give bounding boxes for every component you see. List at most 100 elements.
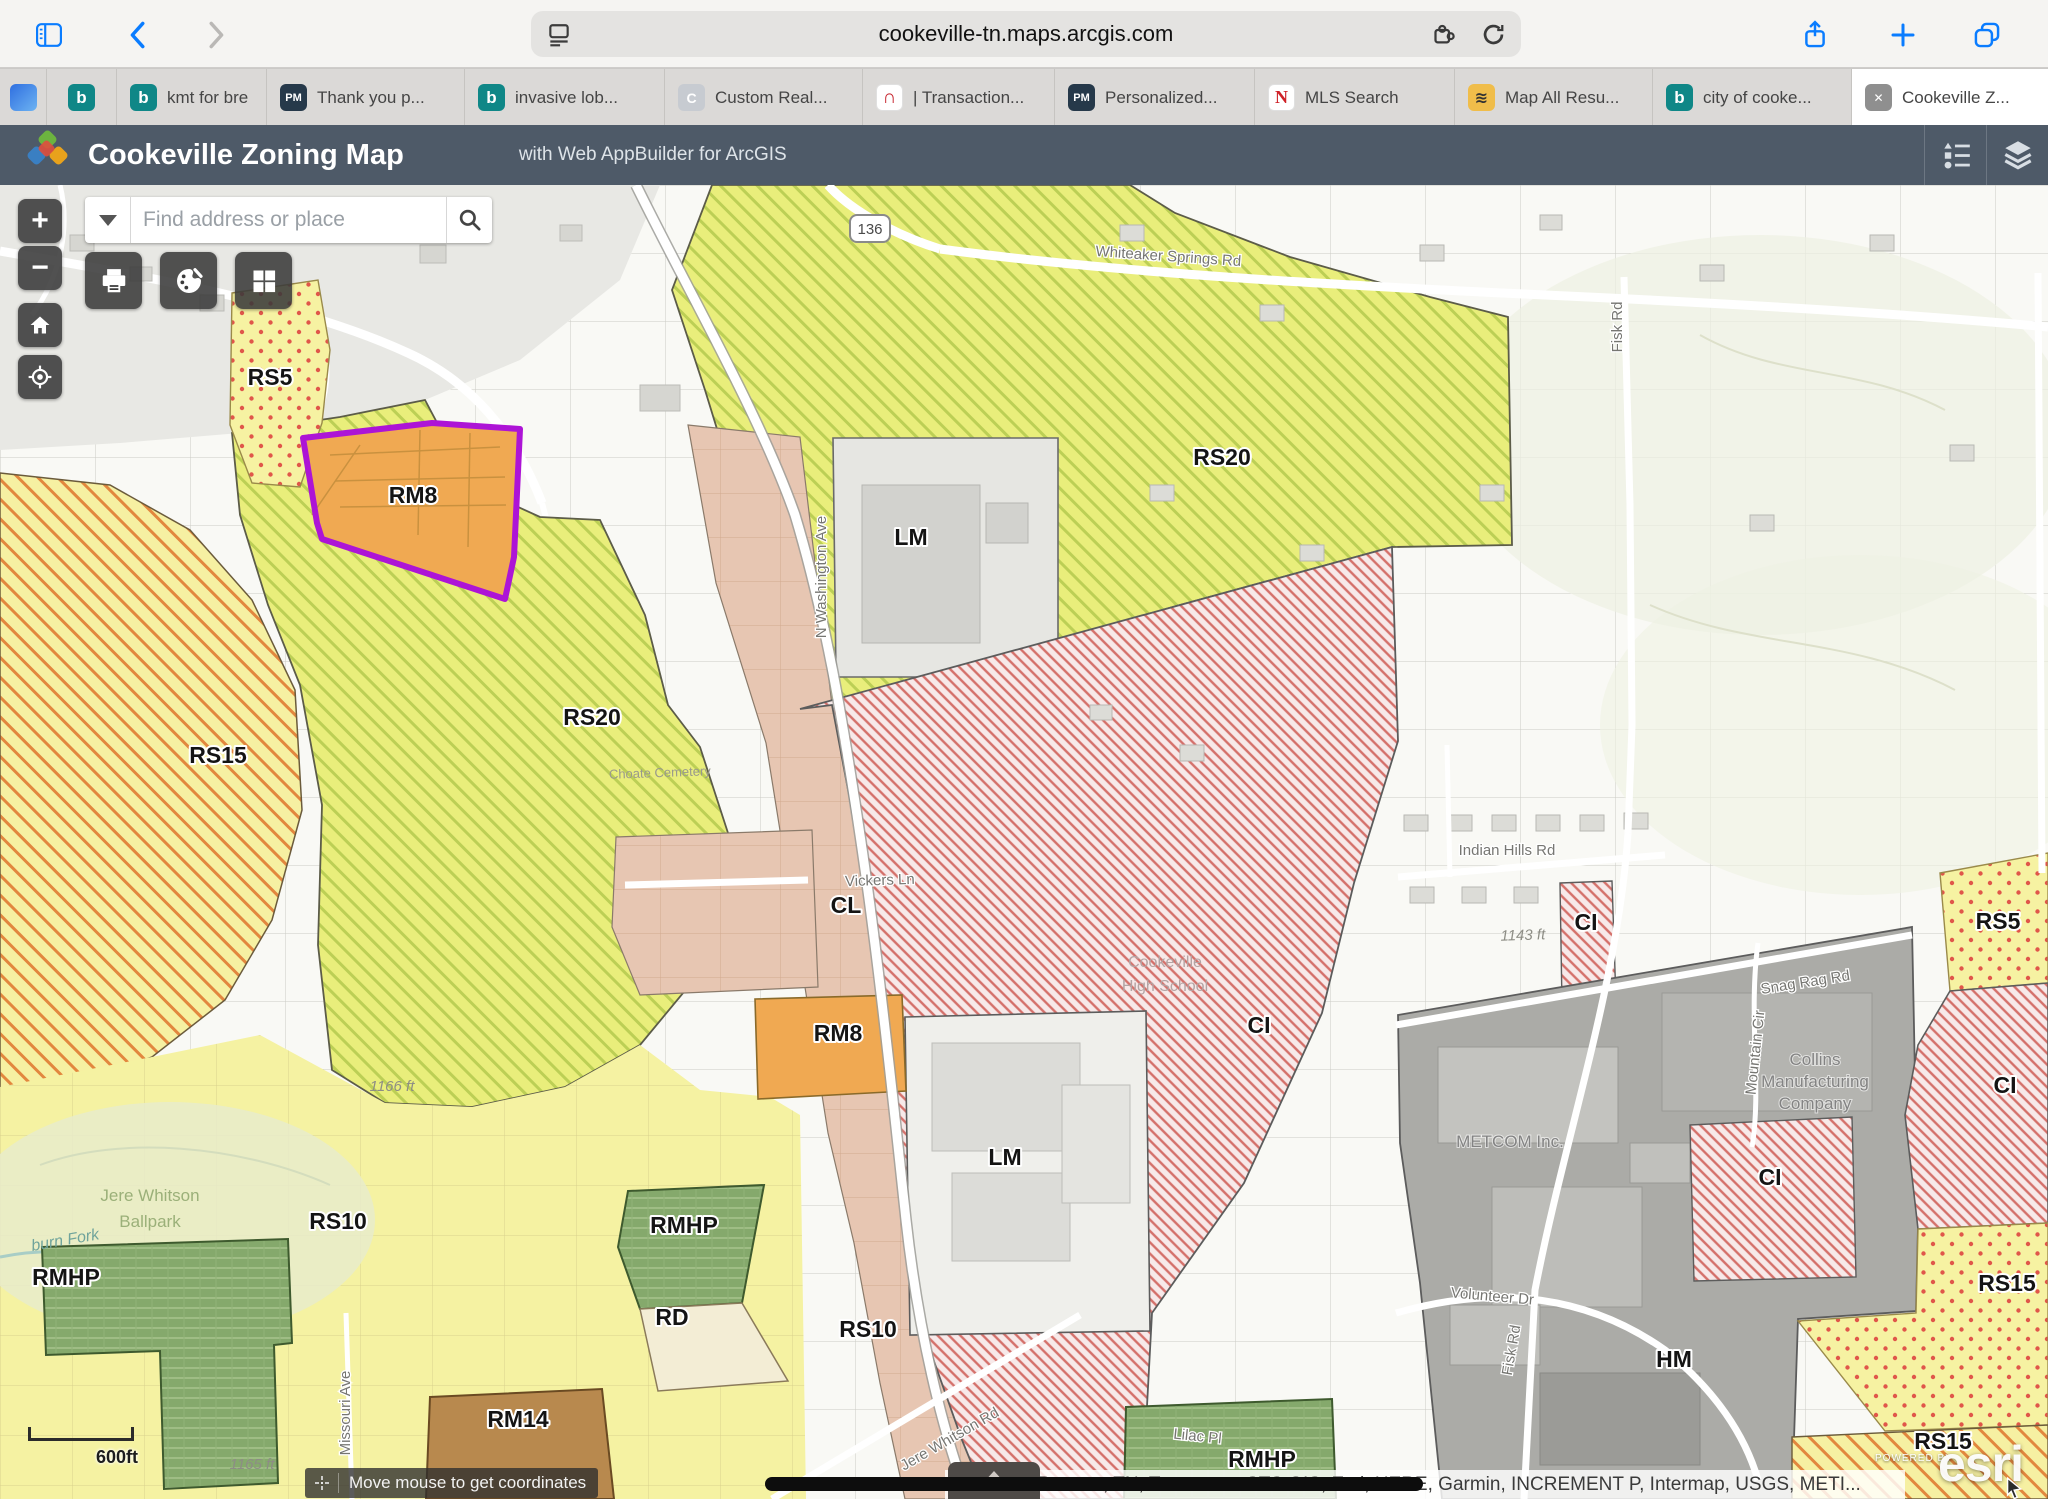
favicon: ✕ [1865,84,1892,111]
favicon: b [68,84,95,111]
svg-text:Missouri Ave: Missouri Ave [337,1371,354,1456]
tab-city-of-cookeville[interactable]: bcity of cooke... [1653,69,1852,126]
svg-text:RS10: RS10 [839,1316,897,1342]
back-icon[interactable] [120,18,154,52]
tab-mls-search[interactable]: NMLS Search [1255,69,1455,126]
favicon [10,84,37,111]
search-button[interactable] [446,197,492,243]
browser-chrome: cookeville-tn.maps.arcgis.com [0,0,2048,68]
tab-overview-icon[interactable] [1970,18,2004,52]
home-button[interactable] [18,303,62,347]
svg-text:RD: RD [655,1304,688,1330]
app-logo-icon [24,130,70,181]
scrubber-bar[interactable] [765,1477,1423,1491]
favicon: C [678,84,705,111]
svg-text:HM: HM [1656,1346,1692,1372]
svg-text:Manufacturing: Manufacturing [1761,1072,1869,1091]
app-header: Cookeville Zoning Map with Web AppBuilde… [0,125,2048,185]
sidebar-icon[interactable] [32,18,66,52]
layers-button[interactable] [1986,125,2048,185]
scale-label: 600ft [96,1447,138,1468]
mouse-cursor [2006,1477,2026,1506]
zoom-out-button[interactable]: − [18,246,62,290]
new-tab-icon[interactable] [1886,18,1920,52]
svg-text:136: 136 [857,221,882,238]
svg-text:Collins: Collins [1789,1050,1840,1069]
favicon: PM [1068,84,1095,111]
forward-icon[interactable] [200,18,234,52]
legend-button[interactable] [1924,125,1986,185]
svg-text:Company: Company [1779,1094,1852,1113]
reload-icon[interactable] [1480,21,1507,53]
svg-text:LM: LM [894,524,927,550]
tab-kmt[interactable]: bkmt for bre [117,69,267,126]
tab-map-all[interactable]: ≋Map All Resu... [1455,69,1653,126]
tab-custom-real[interactable]: CCustom Real... [665,69,863,126]
draw-palette-button[interactable] [160,252,217,309]
tab-cookeville-zoning-active[interactable]: ✕Cookeville Z... [1852,69,2048,126]
extensions-icon[interactable] [1431,21,1458,53]
tab-partial[interactable] [0,69,47,126]
svg-text:Indian Hills Rd: Indian Hills Rd [1459,842,1556,859]
svg-text:CI: CI [1994,1072,2017,1098]
basemap-gallery-button[interactable] [235,252,292,309]
tab-personalized[interactable]: PMPersonalized... [1055,69,1255,126]
svg-text:RS5: RS5 [1976,908,2021,934]
svg-text:CI: CI [1759,1164,1782,1190]
chevron-down-icon [99,215,117,226]
print-button[interactable] [85,252,142,309]
svg-text:LM: LM [988,1144,1021,1170]
page: { "browser": { "url": "cookeville-tn.map… [0,0,2048,1499]
map-canvas[interactable]: 136 Whiteaker Springs Rd Indian Hills Rd… [0,185,2048,1499]
svg-text:CI: CI [1248,1012,1271,1038]
svg-text:RM8: RM8 [814,1020,863,1046]
svg-text:RS5: RS5 [248,364,293,390]
favicon: b [478,84,505,111]
svg-text:1143 ft: 1143 ft [1500,926,1546,945]
zoning-basemap: 136 Whiteaker Springs Rd Indian Hills Rd… [0,185,2048,1499]
coordinates-status: Move mouse to get coordinates [305,1468,598,1498]
home-icon [28,313,52,337]
svg-text:RS20: RS20 [563,704,621,730]
svg-text:CI: CI [1575,909,1598,935]
favicon: ≋ [1468,84,1495,111]
search-input[interactable] [131,197,446,243]
tab-bar: b bkmt for bre PMThank you p... binvasiv… [0,68,2048,125]
svg-text:RM14: RM14 [487,1406,549,1432]
route-shield: 136 [850,215,890,242]
crosshair-icon [305,1473,339,1493]
svg-text:Cookeville: Cookeville [1128,954,1202,971]
reader-icon[interactable] [546,22,572,53]
svg-text:Jere Whitson: Jere Whitson [100,1186,199,1205]
svg-text:Vickers Ln: Vickers Ln [845,871,915,890]
tab-invasive[interactable]: binvasive lob... [465,69,665,126]
svg-text:Ballpark: Ballpark [119,1212,181,1231]
palette-icon [173,265,205,297]
search-source-dropdown[interactable] [85,197,131,243]
svg-text:METCOM Inc.: METCOM Inc. [1456,1132,1564,1151]
svg-text:RMHP: RMHP [32,1264,100,1290]
share-icon[interactable] [1798,18,1832,52]
url-bar[interactable]: cookeville-tn.maps.arcgis.com [531,11,1521,57]
grid-icon [250,267,278,295]
search-icon [457,207,483,233]
svg-text:RMHP: RMHP [650,1212,718,1238]
favicon: b [130,84,157,111]
coordinates-hint-text: Move mouse to get coordinates [349,1473,586,1493]
favicon: ∩ [876,84,903,111]
tab-thank-you[interactable]: PMThank you p... [267,69,465,126]
favicon: PM [280,84,307,111]
svg-text:RS20: RS20 [1193,444,1251,470]
svg-text:1166 ft: 1166 ft [370,1078,416,1095]
svg-text:RS10: RS10 [309,1208,367,1234]
search-bar [85,197,492,243]
favicon: b [1666,84,1693,111]
svg-text:RMHP: RMHP [1228,1446,1296,1472]
tab-transaction[interactable]: ∩| Transaction... [863,69,1055,126]
zoom-in-button[interactable]: + [18,199,62,243]
svg-text:1165 ft: 1165 ft [230,1456,276,1473]
svg-text:N Washington Ave: N Washington Ave [813,516,830,639]
tab-icon-only[interactable]: b [47,69,117,126]
locate-button[interactable] [18,355,62,399]
svg-text:CL: CL [831,892,862,918]
